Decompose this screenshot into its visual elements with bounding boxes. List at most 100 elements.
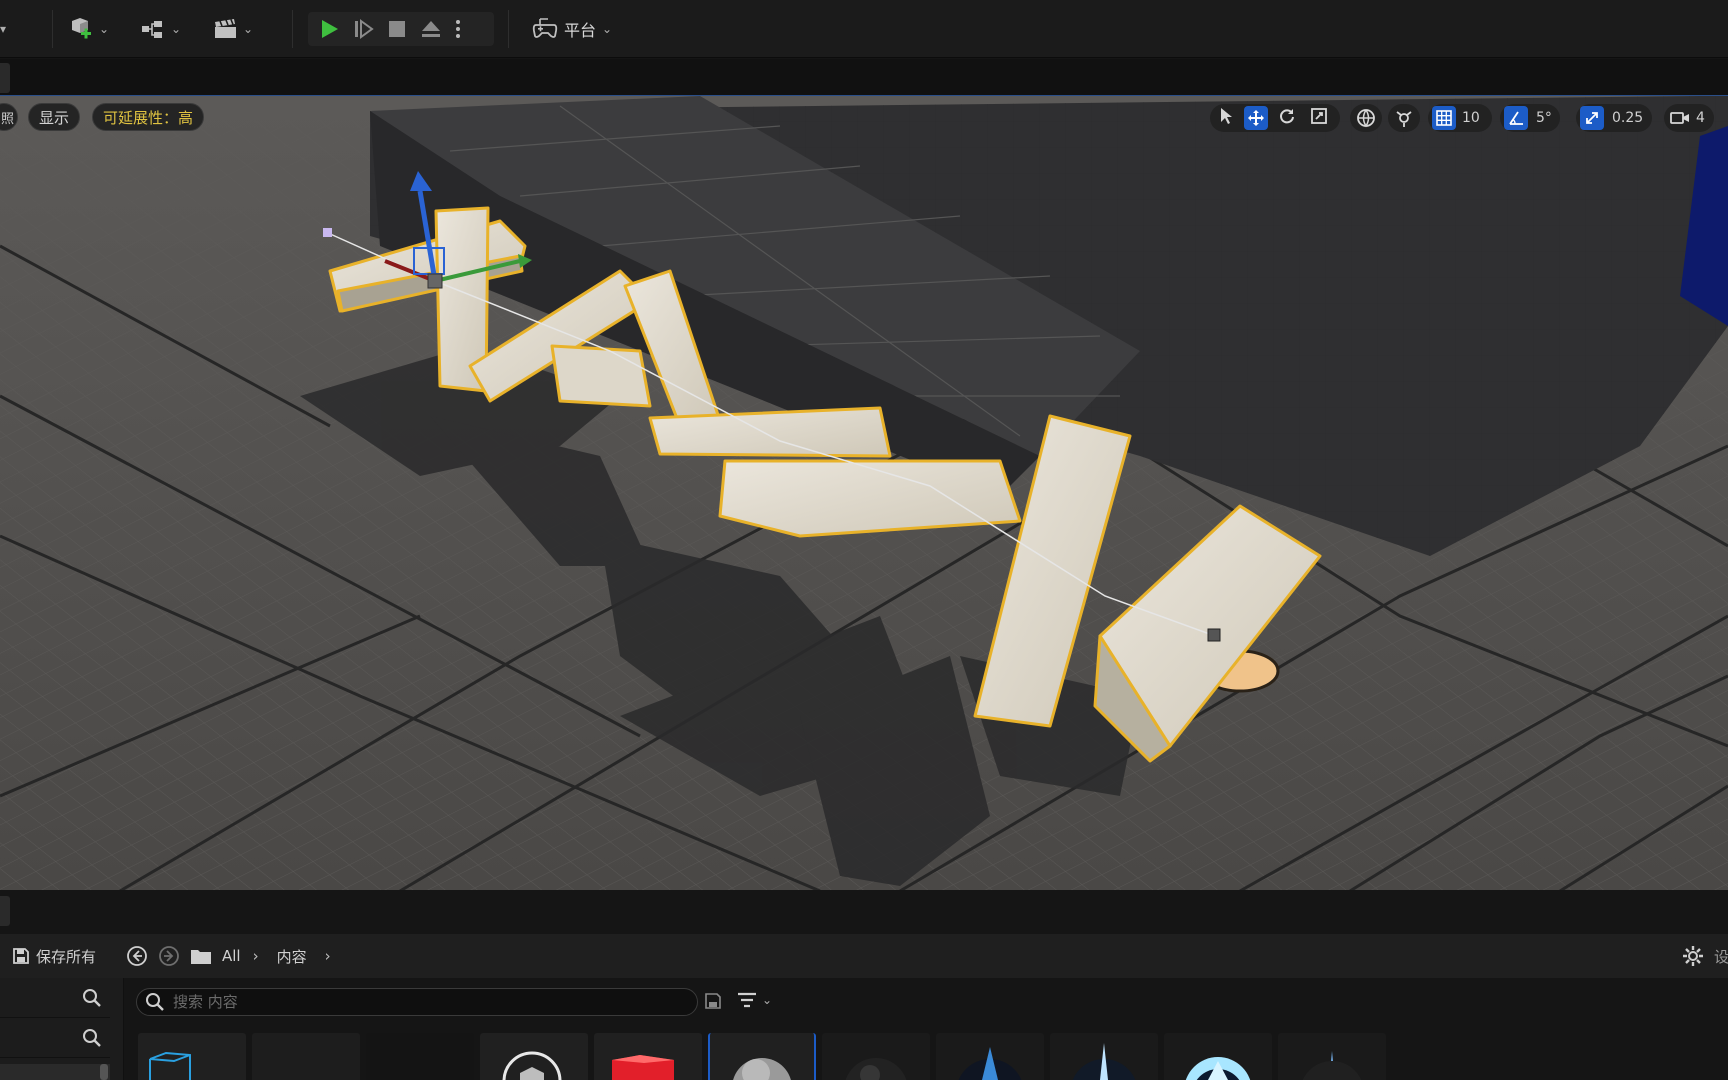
save-all-button[interactable]: 保存所有 [12,934,96,978]
play-controls [308,12,494,46]
red-cube-icon [612,1055,674,1080]
camera-speed-control[interactable]: 4 [1664,104,1714,132]
globe-icon [1357,109,1375,128]
chevron-right-icon: › [252,947,259,965]
scale-snap-value: 0.25 [1612,110,1644,126]
settings-label-clipped: 设 [1714,947,1728,966]
platforms-label: 平台 [564,21,597,40]
viewport-options-icon: 照 [1,111,15,127]
search-icon [83,1028,101,1047]
mesh-asset-icon [502,1051,562,1080]
panel-gap [0,890,1728,930]
sources-search-row[interactable] [0,978,110,1018]
level-viewport[interactable]: 照 显示 可延展性：高 10 5° 0.25 4 [0,95,1728,890]
rotation-snap-toggle[interactable] [1504,106,1528,130]
play-options-button[interactable] [450,18,466,40]
asset-thumbnail[interactable] [366,1033,474,1080]
platforms-button[interactable]: 平台 ⌄ [532,14,612,44]
toolbar-divider [508,10,509,48]
camera-speed-value: 4 [1696,110,1705,126]
camera-icon [1670,112,1689,124]
advance-frame-button[interactable] [350,18,376,40]
save-search-button[interactable] [704,992,722,1014]
rotation-snap-control[interactable]: 5° [1500,104,1560,132]
history-forward-button[interactable] [158,934,180,978]
blueprint-button[interactable]: ⌄ [140,14,181,44]
folder-icon [191,950,211,964]
spline-point[interactable] [323,228,332,237]
angle-icon [1509,111,1523,125]
rotate-icon [1280,109,1294,124]
asset-thumbnail[interactable] [1164,1033,1272,1080]
content-search-input[interactable] [173,993,673,1011]
dark-sphere-icon [845,1058,907,1080]
breadcrumb-item-content[interactable]: 内容 [277,946,307,967]
asset-thumbnail[interactable] [936,1033,1044,1080]
scale-snap-control[interactable]: 0.25 [1576,104,1652,132]
sources-panel [0,978,124,1080]
stop-button[interactable] [384,18,410,40]
sphere-asset-icon [733,1058,791,1080]
spline-point[interactable] [1207,628,1221,642]
folder-browse-button[interactable] [190,934,212,978]
history-back-button[interactable] [126,934,148,978]
content-browser-side-tab[interactable] [0,896,10,926]
rotate-mode-button[interactable] [1278,107,1296,129]
scalability-button[interactable]: 可延展性：高 [92,103,205,131]
scale-mode-button[interactable] [1310,107,1328,129]
asset-thumbnail[interactable] [138,1033,246,1080]
scale-snap-icon [1586,112,1598,124]
sources-scrollbar[interactable] [100,1064,108,1080]
surface-snap-toggle[interactable] [1388,104,1420,132]
play-button[interactable] [316,18,342,40]
settings-button[interactable] [1682,934,1704,978]
move-icon [1248,110,1264,126]
gear-icon [1683,946,1703,966]
breadcrumb-item-all[interactable]: All [222,947,241,965]
asset-thumbnail[interactable] [822,1033,930,1080]
step-forward-icon [355,19,374,39]
eject-button[interactable] [418,18,444,40]
filter-icon [738,992,756,1008]
content-browser-body: ⌄ [0,978,1728,1080]
asset-thumbnail[interactable] [594,1033,702,1080]
toolbar-divider [292,10,293,48]
cinematics-button[interactable]: ⌄ [212,14,253,44]
save-icon [13,948,29,964]
blue-spike-icon [958,1047,1022,1080]
collections-search-row[interactable] [0,1018,110,1058]
chevron-down-icon: ⌄ [171,22,182,36]
blueprint-icon [142,21,162,38]
play-icon [322,20,338,38]
breadcrumb: All › 内容 › [222,934,331,978]
scale-snap-toggle[interactable] [1580,106,1604,130]
search-icon [146,993,164,1011]
forward-arrow-icon [159,946,179,966]
asset-thumbnail[interactable] [252,1033,360,1080]
grid-snap-value: 10 [1462,110,1480,126]
cursor-arrow-icon [1221,108,1232,124]
scale-icon [1311,108,1327,124]
add-actor-button[interactable]: ⌄ [66,14,109,44]
add-actor-icon [72,18,91,39]
chevron-down-icon: ⌄ [99,22,110,36]
show-menu-button[interactable]: 显示 [28,103,81,131]
asset-thumbnail-selected[interactable] [708,1033,816,1080]
viewport-side-tab[interactable] [0,63,10,93]
tab-strip [0,59,1728,95]
grid-snap-toggle[interactable] [1432,106,1456,130]
filter-button[interactable]: ⌄ [736,990,772,1010]
select-mode-button[interactable] [1218,107,1234,129]
asset-thumbnail[interactable] [1278,1033,1386,1080]
content-search-box[interactable] [136,988,698,1016]
asset-thumbnail[interactable] [480,1033,588,1080]
more-vertical-icon [456,20,460,38]
folder-tree-row[interactable] [0,1064,110,1080]
translate-mode-button[interactable] [1244,106,1268,130]
world-local-toggle[interactable] [1350,104,1382,132]
scene-render [0,96,1728,890]
asset-thumbnail[interactable] [1050,1033,1158,1080]
mode-dropdown[interactable]: ▾ [0,14,14,44]
grid-snap-control[interactable]: 10 [1428,104,1492,132]
eject-icon [422,21,440,37]
